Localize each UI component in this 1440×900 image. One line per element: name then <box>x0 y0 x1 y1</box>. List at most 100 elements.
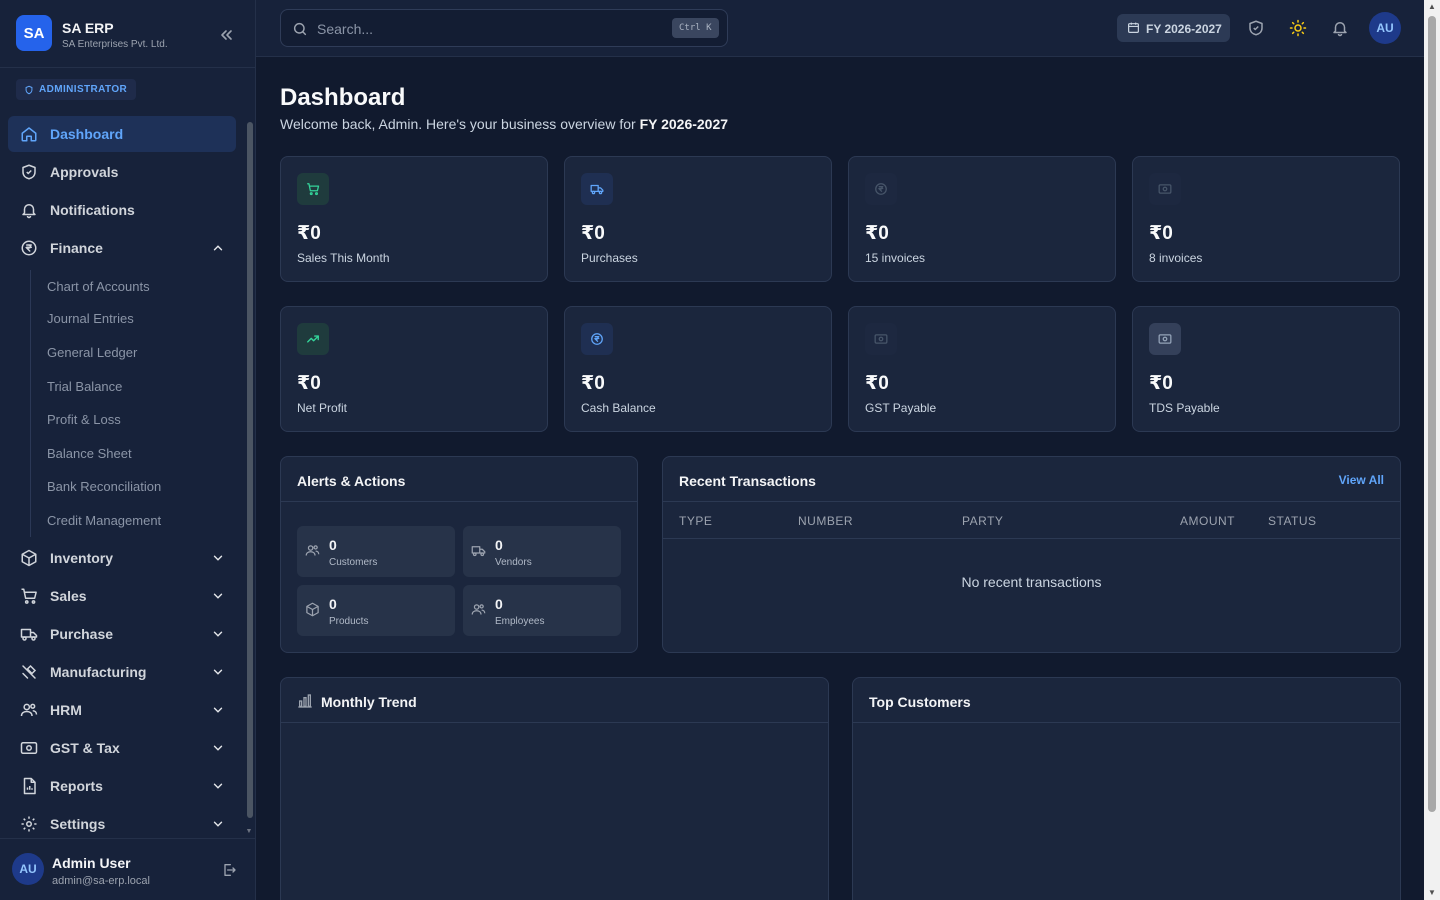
sidebar-item-reports[interactable]: Reports <box>8 768 236 804</box>
cart-icon <box>20 587 38 605</box>
user-name: Admin User <box>52 855 131 871</box>
shield-icon <box>24 85 34 95</box>
banknote-icon <box>1149 323 1181 355</box>
shield-check-icon <box>20 163 38 181</box>
stat-card-purchases[interactable]: ₹0 Purchases <box>564 156 832 282</box>
sidebar-subitem-profit-loss[interactable]: Profit & Loss <box>47 412 121 427</box>
stat-label: Sales This Month <box>297 251 390 265</box>
page-title: Dashboard <box>280 84 406 111</box>
sidebar-item-approvals[interactable]: Approvals <box>8 154 236 190</box>
cart-icon <box>297 173 329 205</box>
stat-value: ₹0 <box>865 373 889 394</box>
subtitle-text: Welcome back, Admin. Here's your busines… <box>280 116 640 132</box>
panel-header: Monthly Trend <box>281 678 828 723</box>
chevron-down-icon <box>211 703 225 717</box>
sidebar-subitem-credit-management[interactable]: Credit Management <box>47 513 161 528</box>
column-header-amount[interactable]: AMOUNT <box>1180 514 1235 528</box>
chevron-down-icon <box>211 779 225 793</box>
stat-value: ₹0 <box>1149 373 1173 394</box>
scrollbar-thumb[interactable] <box>1428 16 1436 812</box>
sidebar-item-notifications[interactable]: Notifications <box>8 192 236 228</box>
sidebar-item-settings[interactable]: Settings <box>8 806 236 842</box>
view-all-link[interactable]: View All <box>1339 473 1384 487</box>
bell-icon <box>20 201 38 219</box>
brand-logo[interactable]: SA <box>16 15 52 51</box>
scroll-down-arrow-icon[interactable]: ▼ <box>245 828 253 836</box>
stat-value: ₹0 <box>865 223 889 244</box>
sidebar-subitem-trial-balance[interactable]: Trial Balance <box>47 379 122 394</box>
logout-icon[interactable] <box>221 862 237 878</box>
sidebar-item-label: Sales <box>50 588 87 604</box>
stat-card-gst-payable[interactable]: ₹0 GST Payable <box>848 306 1116 432</box>
empty-state-message: No recent transactions <box>961 574 1102 590</box>
sidebar-item-hrm[interactable]: HRM <box>8 692 236 728</box>
sidebar-item-label: Inventory <box>50 550 114 566</box>
avatar[interactable]: AU <box>1369 12 1401 44</box>
sidebar-item-gst-tax[interactable]: GST & Tax <box>8 730 236 766</box>
alert-card-products[interactable]: 0 Products <box>297 585 455 636</box>
box-icon <box>20 549 38 567</box>
stat-card-receivables[interactable]: ₹0 15 invoices <box>848 156 1116 282</box>
search-input[interactable] <box>317 18 637 40</box>
sun-icon[interactable] <box>1289 19 1307 37</box>
stat-card-sales[interactable]: ₹0 Sales This Month <box>280 156 548 282</box>
search-box: Ctrl K <box>280 9 728 47</box>
page-scrollbar[interactable]: ▲ ▼ <box>1424 0 1440 900</box>
role-badge: ADMINISTRATOR <box>16 79 137 100</box>
scroll-up-arrow-icon[interactable]: ▲ <box>1424 0 1440 14</box>
sidebar-subitem-bank-reconciliation[interactable]: Bank Reconciliation <box>47 479 161 494</box>
alert-card-vendors[interactable]: 0 Vendors <box>463 526 621 577</box>
column-header-status[interactable]: STATUS <box>1268 514 1317 528</box>
column-header-number[interactable]: NUMBER <box>798 514 853 528</box>
stat-card-tds-payable[interactable]: ₹0 TDS Payable <box>1132 306 1400 432</box>
sidebar-item-label: Approvals <box>50 164 119 180</box>
sidebar-item-sales[interactable]: Sales <box>8 578 236 614</box>
scroll-down-arrow-icon[interactable]: ▼ <box>1424 886 1440 900</box>
fiscal-year-button[interactable]: FY 2026-2027 <box>1117 14 1230 42</box>
banknote-icon <box>1149 173 1181 205</box>
users-icon <box>471 602 486 617</box>
shield-check-icon[interactable] <box>1247 19 1265 37</box>
chevron-down-icon <box>211 589 225 603</box>
rupee-circle-icon <box>581 323 613 355</box>
panel-header: Recent Transactions View All <box>663 457 1400 502</box>
stat-card-net-profit[interactable]: ₹0 Net Profit <box>280 306 548 432</box>
avatar[interactable]: AU <box>12 853 44 885</box>
stat-card-cash-balance[interactable]: ₹0 Cash Balance <box>564 306 832 432</box>
sidebar-item-manufacturing[interactable]: Manufacturing <box>8 654 236 690</box>
sidebar-subitem-chart-of-accounts[interactable]: Chart of Accounts <box>47 279 150 294</box>
sidebar-item-label: Finance <box>50 240 103 256</box>
sidebar-item-finance[interactable]: Finance <box>8 230 236 266</box>
users-icon <box>20 701 38 719</box>
alert-card-employees[interactable]: 0 Employees <box>463 585 621 636</box>
sidebar-subitem-balance-sheet[interactable]: Balance Sheet <box>47 446 132 461</box>
sidebar-scrollbar[interactable] <box>247 122 253 818</box>
sidebar-item-label: Dashboard <box>50 126 124 142</box>
sidebar-item-label: Settings <box>50 816 106 832</box>
user-email: admin@sa-erp.local <box>52 875 150 887</box>
chevron-down-icon <box>211 665 225 679</box>
sidebar-item-inventory[interactable]: Inventory <box>8 540 236 576</box>
alert-value: 0 <box>495 596 503 612</box>
stat-value: ₹0 <box>1149 223 1173 244</box>
column-header-party[interactable]: PARTY <box>962 514 1003 528</box>
chevron-down-icon <box>211 741 225 755</box>
stat-card-payables[interactable]: ₹0 8 invoices <box>1132 156 1400 282</box>
users-icon <box>305 543 320 558</box>
banknote-icon <box>865 323 897 355</box>
topbar: Ctrl K FY 2026-2027 AU <box>256 0 1424 57</box>
box-icon <box>305 602 320 617</box>
alert-label: Customers <box>329 557 378 568</box>
sidebar-subitem-journal-entries[interactable]: Journal Entries <box>47 311 134 326</box>
sidebar-subitem-general-ledger[interactable]: General Ledger <box>47 345 137 360</box>
sidebar-item-dashboard[interactable]: Dashboard <box>8 116 236 152</box>
sidebar-item-label: Purchase <box>50 626 114 642</box>
collapse-sidebar-icon[interactable] <box>216 25 236 45</box>
sidebar-item-purchase[interactable]: Purchase <box>8 616 236 652</box>
alert-card-customers[interactable]: 0 Customers <box>297 526 455 577</box>
truck-icon <box>20 625 38 643</box>
bell-icon[interactable] <box>1331 19 1349 37</box>
alert-label: Employees <box>495 616 545 627</box>
column-header-type[interactable]: TYPE <box>679 514 712 528</box>
submenu-divider <box>30 270 31 537</box>
